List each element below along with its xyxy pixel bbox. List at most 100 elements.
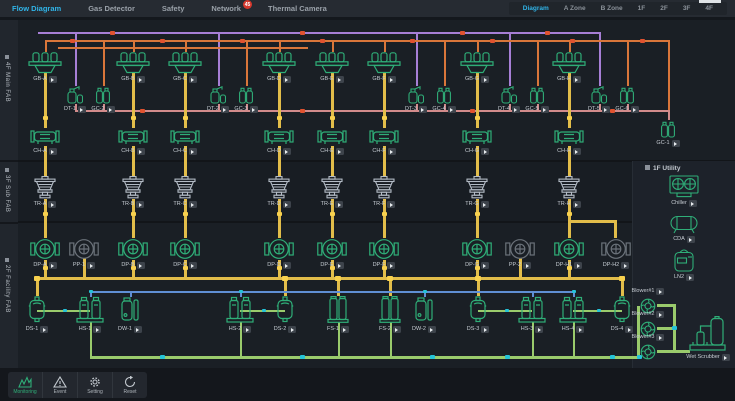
- equipment-label-dp-c: DP-C: [153, 262, 217, 269]
- nav-item-flow-diagram[interactable]: Flow Diagram: [12, 4, 61, 13]
- scrubber-icon: [688, 316, 728, 352]
- play-icon: [624, 264, 627, 268]
- pp-1-open-button[interactable]: [87, 262, 95, 269]
- pipe-connector-dot: [475, 116, 480, 120]
- reset-label: Reset: [123, 389, 136, 395]
- tr-f-open-button[interactable]: [387, 201, 395, 208]
- blower-3-open-button[interactable]: [656, 334, 664, 341]
- blower-2-open-button[interactable]: [656, 311, 664, 318]
- gb-e-open-button[interactable]: [336, 76, 344, 83]
- nav-item-safety[interactable]: Safety: [162, 4, 185, 13]
- tr-c-open-button[interactable]: [189, 201, 197, 208]
- chiller-open-button[interactable]: [689, 200, 697, 207]
- ch-g-open-button[interactable]: [481, 148, 489, 155]
- play-icon: [343, 328, 346, 332]
- tr-e-open-button[interactable]: [335, 201, 343, 208]
- gb-h-open-button[interactable]: [573, 76, 581, 83]
- tab-2f[interactable]: 2F: [660, 5, 668, 12]
- tab-1f[interactable]: 1F: [638, 5, 646, 12]
- ds-3-open-button[interactable]: [481, 326, 489, 333]
- gb-g-open-button[interactable]: [481, 76, 489, 83]
- gb-a-open-button[interactable]: [49, 76, 57, 83]
- gc-4-open-button[interactable]: [448, 106, 456, 113]
- monitoring-button[interactable]: Monitoring: [8, 372, 43, 398]
- gc-1-open-button[interactable]: [672, 140, 680, 147]
- equipment-label-text: DP-F: [373, 263, 386, 269]
- gb-icon: [261, 52, 297, 74]
- nav-item-network[interactable]: Network 45: [211, 4, 241, 13]
- blower-1-open-button[interactable]: [656, 288, 664, 295]
- pipe-connector-dot: [282, 276, 288, 281]
- play-icon: [691, 202, 694, 206]
- equipment-label-cda: CDA: [652, 236, 716, 243]
- dw-2-open-button[interactable]: [428, 326, 436, 333]
- pipe-connector-dot: [572, 290, 576, 293]
- gb-d-open-button[interactable]: [283, 76, 291, 83]
- dw-1-open-button[interactable]: [134, 326, 142, 333]
- equipment-label-text: DP-B: [121, 263, 134, 269]
- ch-h-open-button[interactable]: [573, 148, 581, 155]
- pp-2-open-button[interactable]: [523, 262, 531, 269]
- equipment-label-text: HS-1: [79, 327, 92, 333]
- ch-f-open-button[interactable]: [388, 148, 396, 155]
- dp-h2-open-button[interactable]: [621, 262, 629, 269]
- dp-h1-open-button[interactable]: [574, 262, 582, 269]
- tab-a-zone[interactable]: A Zone: [564, 5, 586, 12]
- tr-g-open-button[interactable]: [481, 201, 489, 208]
- gc-3-open-button[interactable]: [250, 106, 258, 113]
- equipment-label-text: TR-G: [465, 202, 478, 208]
- gb-c-open-button[interactable]: [189, 76, 197, 83]
- gc-5-open-button[interactable]: [541, 106, 549, 113]
- tab-diagram[interactable]: Diagram: [523, 5, 549, 12]
- dp-b-open-button[interactable]: [137, 262, 145, 269]
- tr-b-open-button[interactable]: [136, 201, 144, 208]
- dp-c-open-button[interactable]: [189, 262, 197, 269]
- wet-scrubber-open-button[interactable]: [722, 354, 730, 361]
- nav-item-gas-detector[interactable]: Gas Detector: [88, 4, 135, 13]
- fs-icon: [379, 296, 401, 324]
- cda-icon: [670, 214, 698, 234]
- equipment-label-gb-c: GB-C: [153, 76, 217, 83]
- tab-b-zone[interactable]: B Zone: [601, 5, 623, 12]
- ch-c-open-button[interactable]: [189, 148, 197, 155]
- tr-icon: [121, 176, 145, 199]
- ln2-open-button[interactable]: [686, 274, 694, 281]
- gb-b-open-button[interactable]: [137, 76, 145, 83]
- flow-diagram-app: Flow Diagram Gas Detector Safety Network…: [0, 0, 735, 401]
- dp-e-open-button[interactable]: [336, 262, 344, 269]
- pipe-segment-yellow: [569, 220, 617, 223]
- tr-a-open-button[interactable]: [48, 201, 56, 208]
- fs-1-open-button[interactable]: [341, 326, 349, 333]
- gc-6-open-button[interactable]: [631, 106, 639, 113]
- gb-f-open-button[interactable]: [388, 76, 396, 83]
- nav-item-thermal-camera[interactable]: Thermal Camera: [268, 4, 327, 13]
- hs-4-open-button[interactable]: [576, 326, 584, 333]
- pipe-segment-yellow: [36, 280, 39, 296]
- hs-2-open-button[interactable]: [243, 326, 251, 333]
- equipment-label-text: DS-2: [274, 327, 287, 333]
- ds-1-open-button[interactable]: [40, 326, 48, 333]
- cda-open-button[interactable]: [687, 236, 695, 243]
- ch-a-open-button[interactable]: [49, 148, 57, 155]
- tab-3f[interactable]: 3F: [683, 5, 691, 12]
- dp-f-open-button[interactable]: [387, 262, 395, 269]
- tr-h-open-button[interactable]: [573, 201, 581, 208]
- ds-4-open-button[interactable]: [625, 326, 633, 333]
- ch-d-open-button[interactable]: [283, 148, 291, 155]
- tr-d-open-button[interactable]: [283, 201, 291, 208]
- pipe-connector-dot: [320, 39, 325, 43]
- gc-icon: [239, 86, 253, 104]
- dp-icon: [264, 238, 294, 260]
- event-button[interactable]: Event: [43, 372, 78, 398]
- pipe-segment-yellow: [477, 280, 480, 296]
- equipment-label-blower-1: Blower#1: [616, 288, 680, 295]
- ds-2-open-button[interactable]: [288, 326, 296, 333]
- dt-icon: [408, 86, 424, 104]
- ch-e-open-button[interactable]: [336, 148, 344, 155]
- reset-button[interactable]: Reset: [113, 372, 147, 398]
- gc-2-open-button[interactable]: [107, 106, 115, 113]
- ch-b-open-button[interactable]: [137, 148, 145, 155]
- dp-d-open-button[interactable]: [283, 262, 291, 269]
- setting-button[interactable]: Setting: [78, 372, 113, 398]
- tab-4f[interactable]: 4F: [705, 5, 713, 12]
